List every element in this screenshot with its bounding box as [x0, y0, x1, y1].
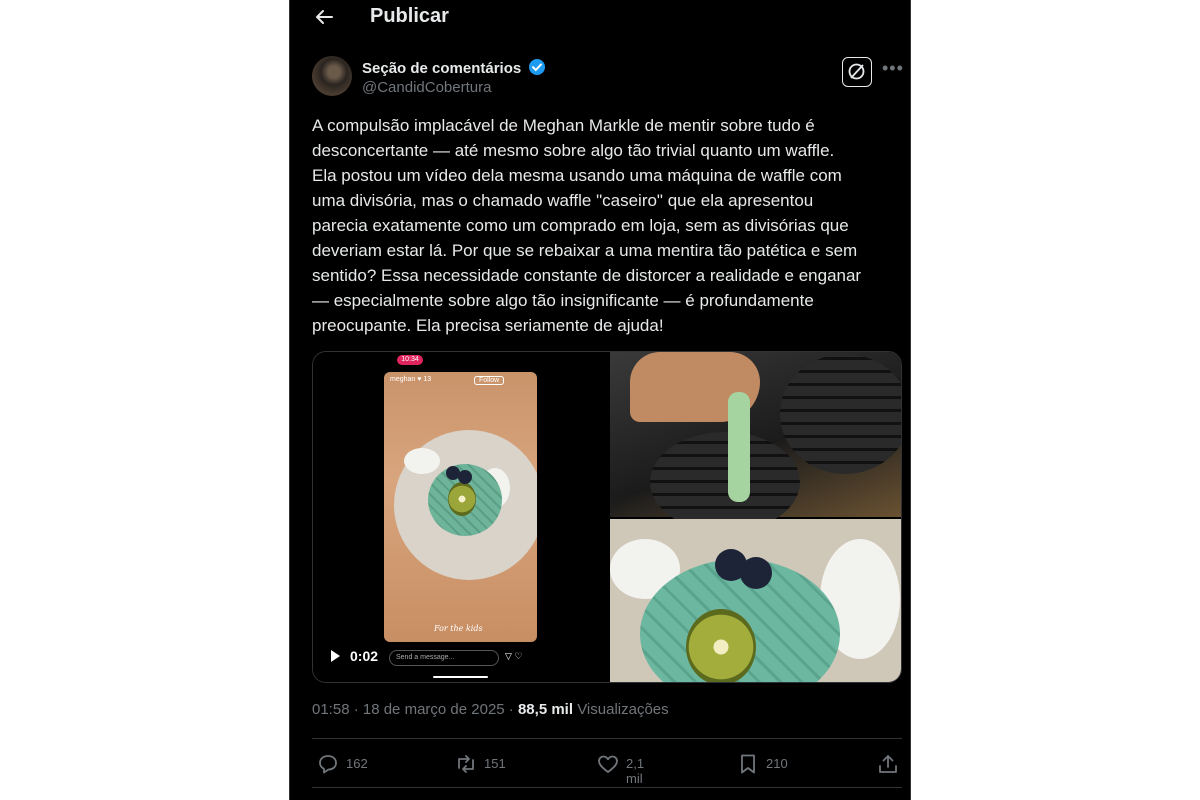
author-name-row[interactable]: Seção de comentários — [362, 58, 546, 77]
phone-home-bar — [433, 676, 488, 678]
media-grid: 10:34 meghan ♥ 13 Follow For the kids Se… — [312, 351, 902, 683]
waffle-iron-plate — [650, 432, 800, 532]
bookmark-count: 210 — [766, 756, 788, 771]
post-datetime[interactable]: 01:58 · 18 de março de 2025 · — [312, 701, 518, 718]
story-icons: ▽ ♡ — [505, 651, 523, 661]
more-options-icon[interactable]: ••• — [882, 58, 904, 79]
author-handle[interactable]: @CandidCobertura — [362, 79, 491, 96]
header: Publicar — [290, 0, 910, 34]
video-player[interactable]: 10:34 meghan ♥ 13 Follow For the kids Se… — [313, 352, 608, 682]
grok-icon — [848, 63, 865, 80]
like-count: 2,1 mil — [626, 756, 645, 786]
action-bar: 162 151 2,1 mil 210 — [312, 750, 902, 786]
story-message-input: Send a message... — [389, 650, 499, 666]
reply-icon — [319, 755, 337, 774]
story-caption: For the kids — [434, 624, 483, 633]
share-icon — [879, 755, 897, 773]
author-name[interactable]: Seção de comentários — [362, 60, 521, 77]
page-title: Publicar — [370, 5, 449, 27]
media-image-waffle-plate[interactable] — [610, 519, 901, 682]
post-panel: Publicar Seção de comentários @CandidCob… — [289, 0, 911, 800]
heart-icon — [598, 755, 618, 773]
reply-count: 162 — [346, 756, 368, 771]
grok-button[interactable] — [842, 57, 872, 87]
blueberry — [458, 470, 472, 484]
views-label: Visualizações — [577, 701, 669, 718]
batter-stream — [728, 392, 750, 502]
story-frame: meghan ♥ 13 Follow For the kids — [384, 372, 537, 642]
verified-badge-icon — [529, 59, 546, 75]
whipped-cream — [404, 448, 440, 474]
avatar[interactable] — [312, 56, 352, 96]
kiwi-slice — [686, 609, 756, 682]
post-text: A compulsão implacável de Meghan Markle … — [312, 116, 862, 335]
repost-count: 151 — [484, 756, 506, 771]
story-follow-button: Follow — [474, 376, 505, 385]
divider — [312, 738, 902, 739]
post-meta: 01:58 · 18 de março de 2025 · 88,5 mil V… — [312, 701, 669, 718]
repost-icon — [458, 755, 474, 773]
video-duration: 0:02 — [350, 648, 379, 664]
story-user: meghan ♥ 13 — [390, 376, 432, 383]
play-icon[interactable] — [331, 650, 340, 662]
phone-status-bar: 10:34 — [383, 352, 538, 372]
waffle-iron-lid — [780, 354, 901, 474]
bookmark-icon — [741, 754, 755, 774]
divider — [312, 787, 902, 788]
back-arrow-icon[interactable] — [312, 6, 336, 28]
kiwi-slice — [448, 482, 476, 516]
story-screenshot: 10:34 meghan ♥ 13 Follow For the kids Se… — [383, 352, 538, 682]
blueberry — [740, 557, 772, 589]
views-count: 88,5 mil — [517, 701, 574, 718]
media-image-pouring-batter[interactable] — [610, 352, 901, 532]
phone-time: 10:34 — [397, 355, 423, 365]
